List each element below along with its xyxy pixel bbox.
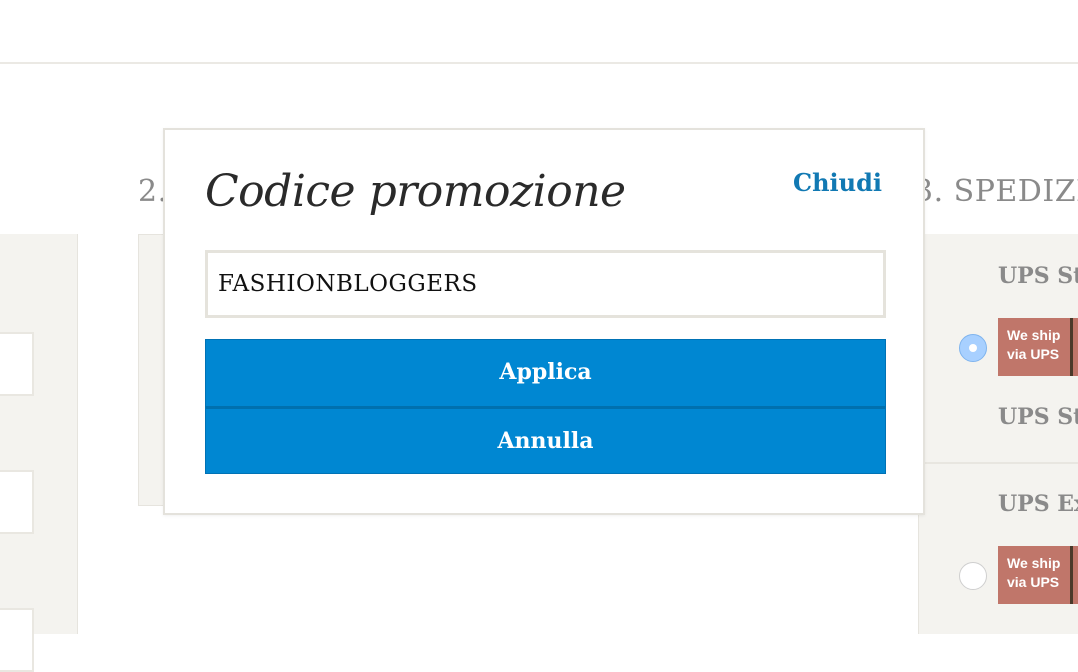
step-3-heading: 3. SPEDIZI: [914, 174, 1078, 209]
badge-line: We ship: [1007, 327, 1061, 343]
billing-field[interactable]: [0, 470, 34, 534]
shipping-divider: [918, 462, 1078, 464]
shipping-option-name: UPS St: [998, 263, 1078, 289]
badge-line: We ship: [1007, 555, 1061, 571]
billing-panel: [0, 234, 78, 672]
apply-button[interactable]: Applica: [205, 339, 886, 407]
shipping-option-name: UPS Ex: [998, 491, 1078, 517]
badge-stripe: [1070, 546, 1073, 604]
billing-field[interactable]: [0, 608, 34, 672]
top-header-bar: [0, 0, 1078, 64]
modal-title: Codice promozione: [205, 166, 626, 217]
badge-line: via UPS: [1007, 346, 1060, 362]
promo-code-input[interactable]: [205, 250, 886, 318]
promo-code-modal: Codice promozione Chiudi Applica Annulla: [163, 128, 925, 515]
close-link[interactable]: Chiudi: [793, 168, 882, 197]
shipping-radio-selected[interactable]: [959, 334, 987, 362]
billing-field[interactable]: [0, 332, 34, 396]
ups-badge: We ship via UPS: [998, 318, 1078, 376]
badge-stripe: [1070, 318, 1073, 376]
shipping-option-name: UPS Sta: [998, 404, 1078, 430]
cancel-button[interactable]: Annulla: [205, 406, 886, 474]
badge-line: via UPS: [1007, 574, 1060, 590]
shipping-radio[interactable]: [959, 562, 987, 590]
ups-badge: We ship via UPS: [998, 546, 1078, 604]
